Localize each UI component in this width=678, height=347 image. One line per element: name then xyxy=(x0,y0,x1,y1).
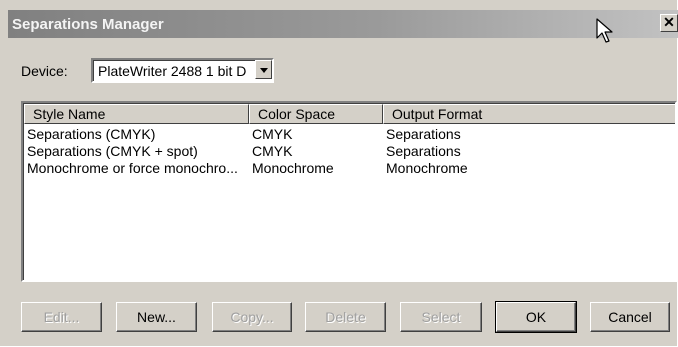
dropdown-arrow-icon[interactable] xyxy=(255,60,272,79)
separations-manager-dialog: Separations Manager ✕ Device: PlateWrite… xyxy=(0,0,678,347)
column-header-output-format[interactable]: Output Format xyxy=(383,104,675,124)
style-name-cell: Monochrome or force monochro... xyxy=(27,160,238,176)
edit-button[interactable]: Edit... xyxy=(21,302,102,332)
styles-list[interactable]: Style Name Color Space Output Format Sep… xyxy=(21,101,677,282)
column-header-color-space[interactable]: Color Space xyxy=(249,104,383,124)
select-button[interactable]: Select xyxy=(400,302,482,332)
color-space-cell: CMYK xyxy=(252,143,293,159)
style-name-cell: Separations (CMYK + spot) xyxy=(27,143,198,159)
column-header-style-name[interactable]: Style Name xyxy=(24,104,249,124)
list-row[interactable]: Separations (CMYK + spot) CMYK Separatio… xyxy=(23,143,673,160)
window-title: Separations Manager xyxy=(12,16,164,33)
style-name-cell: Separations (CMYK) xyxy=(27,126,156,142)
mouse-pointer-icon xyxy=(596,18,613,43)
list-row[interactable]: Monochrome or force monochro... Monochro… xyxy=(23,160,673,177)
close-button[interactable]: ✕ xyxy=(660,14,678,32)
color-space-cell: CMYK xyxy=(252,126,293,142)
title-bar[interactable]: Separations Manager ✕ xyxy=(8,10,678,38)
output-format-cell: Separations xyxy=(386,143,461,159)
output-format-cell: Separations xyxy=(386,126,461,142)
new-button[interactable]: New... xyxy=(116,302,197,332)
device-dropdown[interactable]: PlateWriter 2488 1 bit D xyxy=(91,58,274,83)
output-format-cell: Monochrome xyxy=(386,160,468,176)
copy-button[interactable]: Copy... xyxy=(212,302,292,332)
list-row[interactable]: Separations (CMYK) CMYK Separations xyxy=(23,126,673,143)
device-label: Device: xyxy=(21,63,68,79)
ok-button[interactable]: OK xyxy=(495,301,577,333)
cancel-button[interactable]: Cancel xyxy=(590,302,670,332)
close-icon: ✕ xyxy=(663,14,675,30)
device-selected-value: PlateWriter 2488 1 bit D xyxy=(98,63,247,79)
list-header: Style Name Color Space Output Format xyxy=(24,104,675,124)
delete-button[interactable]: Delete xyxy=(305,302,386,332)
color-space-cell: Monochrome xyxy=(252,160,334,176)
